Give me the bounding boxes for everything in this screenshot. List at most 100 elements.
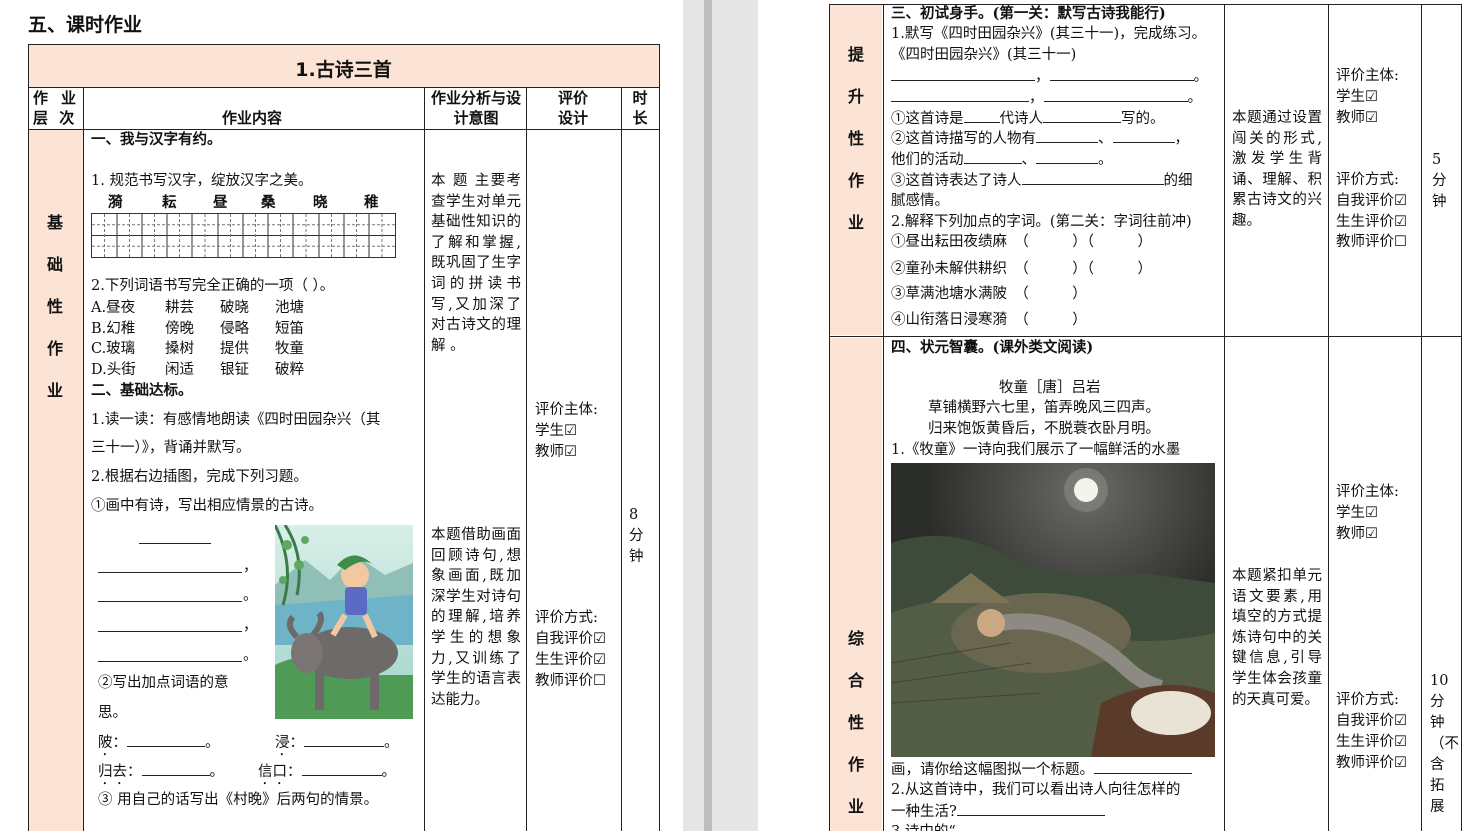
eval-subject-student: 学生☑: [535, 423, 577, 439]
fill-2b: 他们的活动、。: [891, 149, 1113, 171]
header-duration: 时长: [632, 89, 648, 127]
part3-title: 三、初试身手。(第一关：默写古诗我能行): [891, 5, 1166, 22]
option-word: 破晓: [220, 300, 249, 316]
explain-item-1: ①昼出耘田夜绩麻 （ ）（ ）: [891, 234, 1152, 250]
explain-item-2: ②童孙未解供耕织 （ ）（ ）: [891, 261, 1152, 277]
poem-line-1: 草铺横野六七里，笛弄晚风三四声。: [928, 400, 1160, 416]
fill-2: ②这首诗描写的人物有、，: [891, 128, 1189, 150]
hanzi-char: 晓: [313, 194, 328, 211]
comp-eval-method-title: 评价方式:: [1336, 692, 1399, 708]
option-word: 侵略: [220, 320, 249, 337]
option-word: B.幻稚: [91, 320, 136, 337]
question-1: 1. 规范书写汉字，绽放汉字之美。: [91, 173, 313, 189]
word-xinkou: 信口：。: [258, 761, 396, 788]
upgrade-eval-self: 自我评价☑: [1336, 193, 1407, 209]
picture-question: 2.根据右边插图，完成下列习题。: [91, 469, 308, 485]
comp-question-2a: 2.从这首诗中，我们可以看出诗人向往怎样的: [891, 782, 1181, 798]
explain-item-3: ③草满池塘水满陂 （ ）: [891, 286, 1087, 302]
eval-subject-title: 评价主体:: [535, 402, 598, 418]
answer-blank[interactable]: [98, 572, 242, 573]
analysis-2: 本题借助画面回顾诗句,想象画面,既加深学生对诗句的理解,培养学生的想象力,又训练…: [431, 527, 521, 708]
fill-3: ③这首诗表达了诗人 的细: [891, 170, 1193, 192]
option-word: 闲适: [165, 362, 194, 379]
part1-title: 一、我与汉字有约。: [91, 131, 222, 148]
read-line-2: 三十一）》，背诵并默写。: [91, 440, 251, 456]
upgrade-eval-teacher: 教师☑: [1336, 110, 1378, 126]
level-label-basic: 基础性作业: [46, 213, 63, 400]
upgrade-duration: 5分钟: [1432, 152, 1447, 210]
level-label-comprehensive: 综合性作业: [847, 629, 864, 816]
word-bei: 陂：。: [98, 732, 220, 759]
header-analysis: 作业分析与设计意图: [431, 89, 522, 127]
option-word: 短笛: [275, 320, 304, 337]
fill-3b: 腻感情。: [891, 193, 949, 209]
picture-question-1: ①画中有诗，写出相应情景的古诗。: [91, 498, 323, 514]
comp-question-1a: 1.《牧童》一诗向我们展示了一幅鲜活的水墨: [891, 442, 1181, 458]
right-question-2: 2.解释下列加点的字词。(第二关：字词往前冲): [891, 214, 1192, 230]
comp-analysis: 本题紧扣单元语文要素,用填空的方式提炼诗句中的关键信息,引导学生体会孩童的天真可…: [1232, 568, 1322, 708]
option-word: D.头街: [91, 362, 136, 379]
option-word: A.昼夜: [91, 300, 136, 316]
fill-1: ①这首诗是 代诗人 写的。: [891, 108, 1165, 130]
eval-method-peer: 生生评价☑: [535, 652, 606, 668]
read-line-1: 1.读一读：有感情地朗读《四时田园杂兴（其: [91, 412, 381, 428]
header-content: 作业内容: [222, 109, 283, 127]
meaning-question-b: 思。: [98, 705, 127, 721]
question-2: 2.下列词语书写完全正确的一项（ ）。: [91, 278, 335, 294]
part4-title: 四、状元智囊。(课外类文阅读): [891, 339, 1094, 356]
comp-question-1b: 画，请你给这幅图拟一个标题。: [891, 759, 1192, 781]
comp-eval-self: 自我评价☑: [1336, 713, 1407, 729]
comp-eval-student: 学生☑: [1336, 505, 1378, 521]
option-word: 耕芸: [165, 300, 194, 316]
word-guiqu: 归去：。: [98, 761, 224, 788]
eval-subject-teacher: 教师☑: [535, 444, 577, 460]
answer-blank[interactable]: [139, 543, 211, 544]
answer-blank[interactable]: [98, 631, 242, 632]
hanzi-char: 稚: [364, 194, 379, 211]
hanzi-char: 耘: [162, 194, 177, 211]
writing-grid: [91, 213, 396, 258]
upgrade-eval-subject-title: 评价主体:: [1336, 68, 1399, 84]
comp-eval-teacher-method: 教师评价☑: [1336, 755, 1407, 771]
duration: 8分钟: [629, 507, 644, 565]
right-page: 提升性作业 三、初试身手。(第一关：默写古诗我能行) 1.默写《四时田园杂兴》(…: [758, 0, 1475, 831]
word-jin: 浸：。: [275, 732, 399, 759]
option-word: 傍晚: [165, 320, 194, 337]
option-word: 搡树: [165, 341, 194, 358]
page-gutter: [683, 0, 758, 831]
scrollbar[interactable]: [704, 0, 712, 831]
part2-title: 二、基础达标。: [91, 382, 193, 399]
right-question-1b: 《四时田园杂兴》(其三十一): [891, 47, 1077, 63]
option-word: 破粹: [275, 362, 304, 379]
poem-title: 牧童［唐］吕岩: [999, 380, 1101, 396]
answer-blank[interactable]: [98, 601, 242, 602]
comp-eval-peer: 生生评价☑: [1336, 734, 1407, 750]
table-title: 1.古诗三首: [295, 59, 392, 81]
upgrade-eval-method-title: 评价方式:: [1336, 172, 1399, 188]
recite-line-2: ，。: [891, 87, 1202, 109]
eval-method-self: 自我评价☑: [535, 631, 606, 647]
recite-line-1: ，。: [891, 66, 1208, 88]
left-page: 五、课时作业 1.古诗三首 作 业 层 次 作业内容 作业分析与设计意图 评价设…: [0, 0, 683, 831]
eval-method-teacher: 教师评价☐: [535, 673, 606, 689]
question-3: ③ 用自己的话写出《村晚》后两句的情景。: [98, 792, 379, 808]
answer-blank[interactable]: [98, 661, 242, 662]
level-label-upgrade: 提升性作业: [847, 45, 864, 232]
comp-question-2b: 一种生活?: [891, 801, 1105, 823]
option-word: 银钲: [220, 362, 249, 379]
illustration-herd-boy-moonlight: [891, 463, 1215, 757]
right-question-1a: 1.默写《四时田园杂兴》(其三十一)，完成练习。: [891, 26, 1207, 42]
hanzi-char: 桑: [261, 194, 276, 211]
option-word: C.玻璃: [91, 341, 136, 358]
option-word: 池塘: [275, 300, 304, 316]
meaning-question-a: ②写出加点词语的意: [98, 675, 229, 691]
header-evaluation: 评价设计: [557, 89, 588, 127]
comp-eval-subject-title: 评价主体:: [1336, 484, 1399, 500]
comp-question-3: 3.诗中的“: [891, 822, 956, 831]
comp-eval-teacher: 教师☑: [1336, 526, 1378, 542]
option-word: 牧童: [275, 341, 304, 358]
comp-duration: 10分钟（不含拓展: [1430, 673, 1459, 815]
header-level: 作 业 层 次: [33, 89, 79, 127]
section-heading: 五、课时作业: [28, 14, 143, 36]
poem-line-2: 归来饱饭黄昏后，不脱蓑衣卧月明。: [928, 421, 1160, 437]
